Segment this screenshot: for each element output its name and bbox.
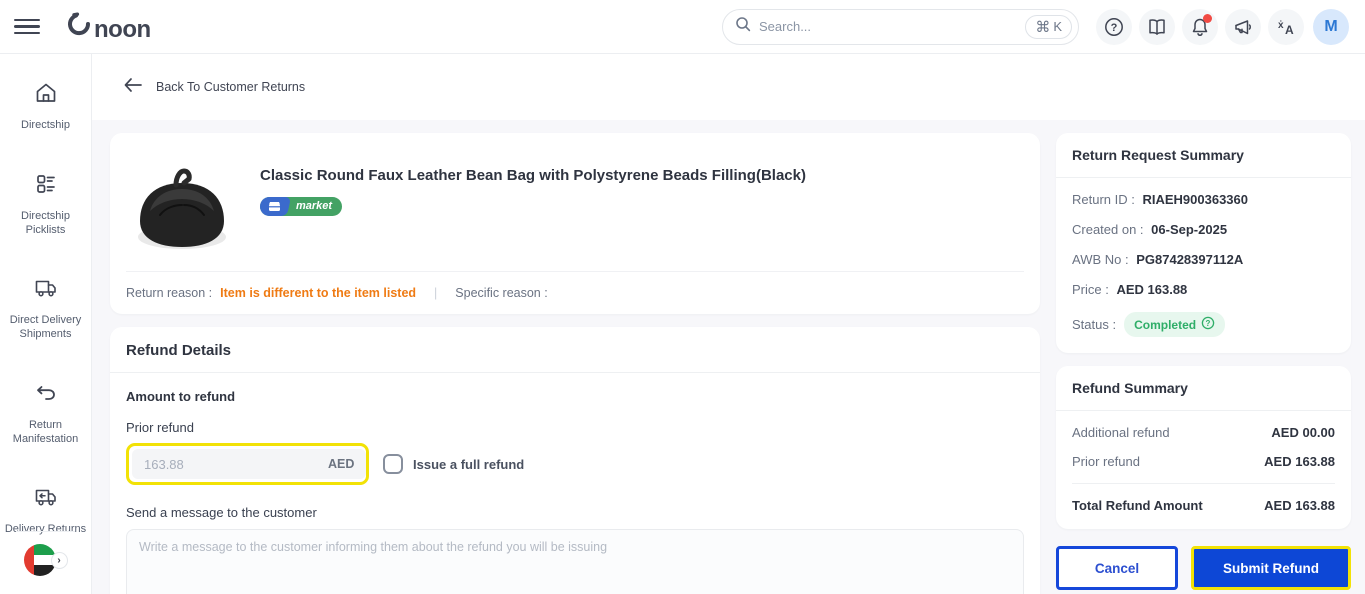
return-reason-row: Return reason : Item is different to the…	[126, 271, 1024, 300]
refund-details-title: Refund Details	[126, 342, 232, 359]
return-id-value: RIAEH900363360	[1142, 192, 1249, 207]
translate-icon: ẋ A	[1275, 16, 1297, 38]
docs-button[interactable]	[1139, 8, 1175, 45]
prior-refund-label: Prior refund	[126, 420, 194, 435]
return-reason-value: Item is different to the item listed	[220, 286, 417, 300]
total-refund-row: Total Refund Amount AED 163.88	[1072, 498, 1335, 513]
price-value: AED 163.88	[1116, 282, 1188, 297]
search-placeholder: Search...	[759, 19, 812, 34]
status-row: Status : Completed ?	[1072, 312, 1335, 337]
status-badge: Completed ?	[1124, 312, 1226, 337]
summary-divider	[1072, 483, 1335, 484]
language-button[interactable]: ẋ A	[1268, 8, 1304, 45]
status-label: Status :	[1072, 317, 1117, 332]
cmd-icon: ⌘	[1035, 18, 1051, 36]
back-band: Back To Customer Returns	[92, 54, 1365, 120]
return-arrow-icon	[33, 380, 59, 411]
topbar: noon Search... ⌘ K ? ẋ A M	[0, 0, 1365, 54]
cancel-button[interactable]: Cancel	[1056, 546, 1178, 590]
full-refund-checkbox[interactable]	[383, 454, 403, 474]
refund-details-card: Refund Details Amount to refund Prior re…	[110, 327, 1040, 594]
currency-label: AED	[328, 457, 355, 471]
back-arrow-icon	[124, 77, 142, 97]
notifications-button[interactable]	[1182, 8, 1218, 45]
home-icon	[33, 80, 59, 111]
megaphone-icon	[1232, 16, 1254, 38]
product-title: Classic Round Faux Leather Bean Bag with…	[260, 167, 806, 184]
notification-dot	[1203, 13, 1212, 23]
noon-logo[interactable]: noon	[66, 11, 151, 42]
amount-input-highlight: AED	[126, 443, 369, 485]
book-icon	[1146, 16, 1168, 38]
keyboard-shortcut-badge: ⌘ K	[1025, 14, 1072, 39]
market-badge: market	[260, 196, 343, 216]
market-box-icon	[260, 196, 292, 216]
sidebar-item-directship-picklists[interactable]: Directship Picklists	[3, 171, 89, 238]
product-image	[126, 159, 238, 255]
truck-return-icon	[33, 484, 59, 515]
brand-name: noon	[94, 16, 151, 43]
submit-refund-button[interactable]: Submit Refund	[1191, 546, 1351, 590]
help-icon: ?	[1103, 16, 1125, 38]
additional-refund-row: Additional refund AED 00.00	[1072, 425, 1335, 440]
awb-no-row: AWB No : PG87428397112A	[1072, 252, 1244, 267]
status-help-icon[interactable]: ?	[1201, 316, 1215, 333]
product-card: Classic Round Faux Leather Bean Bag with…	[110, 133, 1040, 314]
help-button[interactable]: ?	[1096, 8, 1132, 45]
search-input[interactable]: Search... ⌘ K	[722, 8, 1079, 45]
search-icon	[735, 16, 751, 37]
refund-details-header: Refund Details	[110, 327, 1040, 373]
awb-no-value: PG87428397112A	[1136, 252, 1244, 267]
refund-summary-title: Refund Summary	[1072, 380, 1188, 396]
sidebar-item-directship[interactable]: Directship	[3, 80, 89, 133]
market-badge-label: market	[296, 200, 333, 213]
return-reason-label: Return reason :	[126, 286, 213, 300]
return-request-summary-title: Return Request Summary	[1072, 147, 1244, 163]
price-row: Price : AED 163.88	[1072, 282, 1188, 297]
refund-amount-input[interactable]	[144, 456, 320, 472]
created-on-value: 06-Sep-2025	[1151, 222, 1228, 237]
noon-logo-mark	[66, 11, 92, 42]
specific-reason-label: Specific reason :	[455, 286, 548, 300]
svg-text:?: ?	[1111, 22, 1118, 34]
menu-icon[interactable]	[14, 14, 40, 40]
country-selector[interactable]: ›	[23, 544, 68, 578]
created-on-row: Created on : 06-Sep-2025	[1072, 222, 1228, 237]
sidebar-item-delivery-returns[interactable]: Delivery Returns	[3, 484, 89, 537]
amount-to-refund-label: Amount to refund	[126, 389, 236, 404]
full-refund-label: Issue a full refund	[413, 456, 525, 472]
total-refund-label: Total Refund Amount	[1072, 498, 1203, 513]
customer-message-textarea[interactable]	[126, 529, 1024, 594]
additional-refund-value: AED 00.00	[1271, 425, 1335, 440]
sidebar-item-direct-delivery-shipments[interactable]: Direct Delivery Shipments	[3, 275, 89, 342]
chevron-right-icon: ›	[50, 552, 68, 569]
sidebar: Directship Directship Picklists Direct D…	[0, 54, 92, 594]
total-refund-value: AED 163.88	[1264, 498, 1335, 513]
main-content: Back To Customer Returns Classic Round F…	[92, 54, 1365, 594]
return-id-row: Return ID : RIAEH900363360	[1072, 192, 1249, 207]
sidebar-divider	[16, 531, 75, 532]
return-request-summary-header: Return Request Summary	[1056, 133, 1351, 178]
return-request-summary-card: Return Request Summary Return ID : RIAEH…	[1056, 133, 1351, 353]
user-avatar[interactable]: M	[1313, 8, 1349, 45]
message-label: Send a message to the customer	[126, 505, 317, 520]
back-to-customer-returns-link[interactable]: Back To Customer Returns	[124, 77, 305, 97]
sidebar-item-return-manifestation[interactable]: Return Manifestation	[3, 380, 89, 447]
separator: |	[434, 286, 438, 300]
refund-summary-card: Refund Summary Additional refund AED 00.…	[1056, 366, 1351, 529]
picklist-icon	[33, 171, 59, 202]
svg-text:ẋ: ẋ	[1278, 20, 1284, 31]
truck-icon	[33, 275, 59, 306]
prior-refund-value: AED 163.88	[1264, 454, 1335, 469]
announcements-button[interactable]	[1225, 8, 1261, 45]
svg-text:?: ?	[1206, 319, 1211, 328]
refund-summary-header: Refund Summary	[1056, 366, 1351, 411]
svg-text:A: A	[1285, 23, 1294, 37]
prior-refund-row: Prior refund AED 163.88	[1072, 454, 1335, 469]
